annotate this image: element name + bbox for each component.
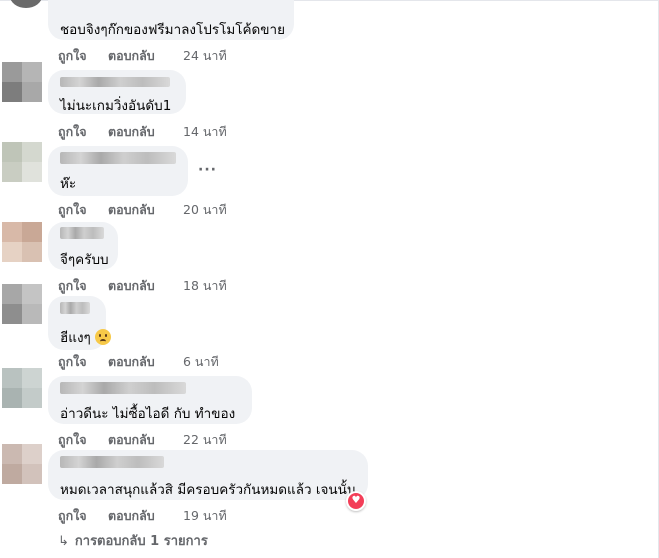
comment-text-content: ฮีแงๆ (60, 330, 91, 346)
author-name-blurred[interactable] (60, 382, 186, 394)
comment-text: ไม่นะเกมวิ่งอันดับ1 (60, 98, 172, 114)
avatar[interactable] (2, 444, 42, 484)
avatar[interactable] (2, 284, 42, 324)
comment-text: อ่าวดีนะ ไม่ซื้อไอดี กับ ทำของ (60, 406, 236, 422)
comment-actions: ถูกใจ ตอบกลับ 24 นาที (58, 46, 227, 66)
author-name-blurred[interactable] (60, 77, 170, 87)
comment-bubble: ห๊ะ (48, 146, 188, 196)
comment-actions: ถูกใจ ตอบกลับ 14 นาที (58, 122, 227, 142)
comment-actions: ถูกใจ ตอบกลับ 22 นาที (58, 430, 227, 450)
author-name-blurred[interactable] (60, 227, 104, 239)
heart-icon: ♥ (348, 493, 364, 509)
sad-face-emoji (94, 329, 111, 345)
comment-text: ชอบจิงๆก๊กของฟรีมาลงโปรโมโค้ดขาย (60, 22, 286, 38)
reply-button[interactable]: ตอบกลับ (108, 200, 183, 220)
comment-text: หมดเวลาสนุกแล้วสิ มีครอบครัวกันหมดแล้ว เ… (60, 482, 357, 498)
reply-arrow-icon: ↳ (58, 534, 69, 549)
comment-time[interactable]: 22 นาที (183, 430, 227, 450)
like-button[interactable]: ถูกใจ (58, 200, 108, 220)
more-options-icon[interactable]: ··· (198, 162, 217, 178)
comment-time[interactable]: 18 นาที (183, 276, 227, 296)
comment-bubble: จีๆครับบ (48, 222, 118, 270)
comment-bubble: หมดเวลาสนุกแล้วสิ มีครอบครัวกันหมดแล้ว เ… (48, 450, 368, 500)
view-replies-label: การตอบกลับ 1 รายการ (74, 534, 208, 549)
like-button[interactable]: ถูกใจ (58, 352, 108, 372)
reply-button[interactable]: ตอบกลับ (108, 352, 183, 372)
comment-time[interactable]: 19 นาที (183, 506, 227, 526)
view-replies-link[interactable]: ↳ การตอบกลับ 1 รายการ (58, 530, 208, 551)
avatar[interactable] (2, 222, 42, 262)
comment-actions: ถูกใจ ตอบกลับ 6 นาที (58, 352, 219, 372)
reply-button[interactable]: ตอบกลับ (108, 276, 183, 296)
author-name-blurred[interactable] (60, 302, 90, 314)
comment-time[interactable]: 20 นาที (183, 200, 227, 220)
comment-actions: ถูกใจ ตอบกลับ 18 นาที (58, 276, 227, 296)
comment-time[interactable]: 24 นาที (183, 46, 227, 66)
comment-actions: ถูกใจ ตอบกลับ 20 นาที (58, 200, 227, 220)
comment-actions: ถูกใจ ตอบกลับ 19 นาที (58, 506, 227, 526)
like-button[interactable]: ถูกใจ (58, 276, 108, 296)
reply-button[interactable]: ตอบกลับ (108, 46, 183, 66)
avatar[interactable] (2, 368, 42, 408)
like-button[interactable]: ถูกใจ (58, 46, 108, 66)
comment-bubble: ชอบจิงๆก๊กของฟรีมาลงโปรโมโค้ดขาย (48, 0, 294, 40)
author-name-blurred[interactable] (60, 152, 176, 164)
reply-button[interactable]: ตอบกลับ (108, 506, 183, 526)
comment-bubble: ฮีแงๆ (48, 296, 111, 350)
like-button[interactable]: ถูกใจ (58, 430, 108, 450)
comment-text: ห๊ะ (60, 176, 77, 192)
comment-text: ฮีแงๆ (60, 326, 111, 348)
avatar[interactable] (2, 62, 42, 102)
comment-bubble: ไม่นะเกมวิ่งอันดับ1 (48, 70, 186, 114)
comment-time[interactable]: 6 นาที (183, 352, 219, 372)
avatar[interactable] (2, 142, 42, 182)
reaction-badge[interactable]: ♥ (346, 491, 366, 511)
like-button[interactable]: ถูกใจ (58, 122, 108, 142)
comment-bubble: อ่าวดีนะ ไม่ซื้อไอดี กับ ทำของ (48, 376, 252, 424)
like-button[interactable]: ถูกใจ (58, 506, 108, 526)
comment-text: จีๆครับบ (60, 252, 109, 268)
avatar[interactable] (10, 0, 42, 8)
reply-button[interactable]: ตอบกลับ (108, 122, 183, 142)
author-name-blurred[interactable] (60, 456, 164, 468)
comment-time[interactable]: 14 นาที (183, 122, 227, 142)
reply-button[interactable]: ตอบกลับ (108, 430, 183, 450)
